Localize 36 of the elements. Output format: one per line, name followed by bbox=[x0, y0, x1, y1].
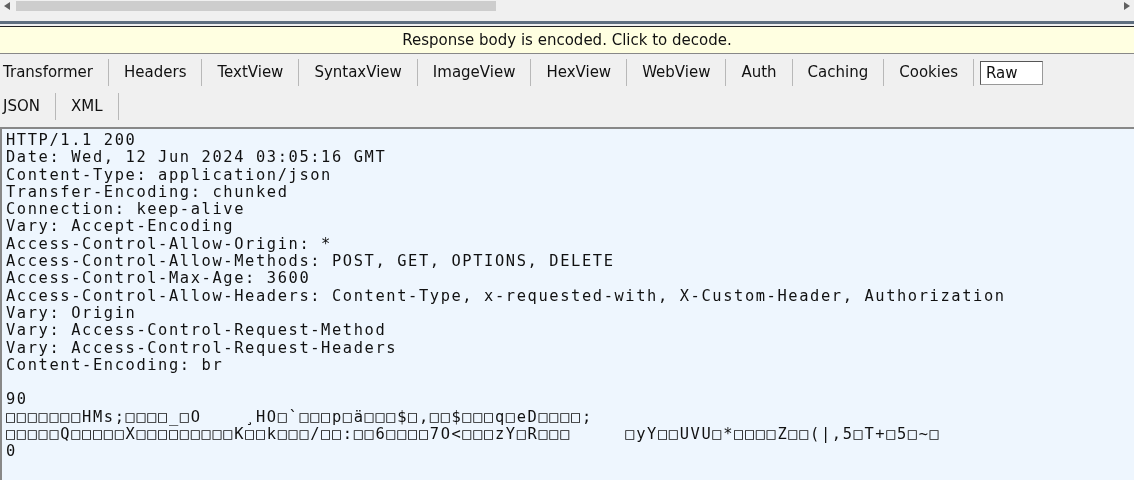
decode-notice[interactable]: Response body is encoded. Click to decode. bbox=[0, 26, 1134, 54]
response-line: Access-Control-Allow-Headers: Content-Type, x-requested-with, X-Custom-Header, Authorization bbox=[6, 287, 1007, 305]
response-line: Access-Control-Max-Age: 3600 bbox=[6, 270, 312, 288]
response-line: Content-Encoding: br bbox=[6, 356, 224, 375]
response-line: Transfer-Encoding: chunked bbox=[6, 183, 289, 202]
response-line: Connection: keep-alive bbox=[6, 201, 247, 219]
response-line: Vary: Access-Control-Request-Headers bbox=[6, 339, 399, 357]
tab[interactable]: Raw bbox=[979, 60, 1043, 85]
tab[interactable]: TextView bbox=[202, 59, 300, 86]
tab[interactable]: Auth bbox=[726, 59, 793, 86]
tab[interactable]: Headers bbox=[109, 59, 203, 86]
response-line: □□□□□Q□□□□□X□□□□□□□□□K□□k□□□/□□:□□6□□□□7O<□□□zY□R□□□ □yY□□UVU□*□□□□Z□□(|,5□T+□5□~□ bbox=[6, 426, 942, 444]
response-line: Access-Control-Allow-Methods: POST, GET, OPTIONS, DELETE bbox=[6, 253, 616, 271]
scroll-left-icon[interactable] bbox=[4, 1, 10, 10]
scroll-right-icon[interactable] bbox=[1124, 1, 1130, 10]
tab[interactable]: SyntaxView bbox=[299, 59, 418, 86]
response-line: 0 bbox=[6, 443, 18, 461]
response-line: HTTP/1.1 200 bbox=[6, 132, 138, 150]
tab[interactable]: HexView bbox=[531, 59, 628, 86]
scrollbar-thumb[interactable] bbox=[16, 0, 496, 11]
tab[interactable]: WebView bbox=[627, 59, 727, 86]
tab[interactable]: Cookies bbox=[884, 59, 974, 86]
response-line: Access-Control-Allow-Origin: * bbox=[6, 235, 333, 254]
response-text-area[interactable] bbox=[0, 127, 1134, 480]
response-line: Vary: Origin bbox=[6, 304, 138, 323]
response-line: Vary: Access-Control-Request-Method bbox=[6, 322, 388, 340]
response-line: Content-Type: application/json bbox=[6, 166, 333, 184]
response-line: 90 bbox=[6, 391, 29, 409]
response-line: Date: Wed, 12 Jun 2024 03:05:16 GMT bbox=[6, 149, 388, 167]
tab[interactable]: ImageView bbox=[417, 59, 532, 86]
tab[interactable]: JSON bbox=[0, 93, 56, 120]
response-line: Vary: Accept-Encoding bbox=[6, 218, 236, 236]
response-line: □□□□□□□HMs;□□□□_□O ¸HO□`□□□p□ä□□□$□,□□$□□□q□eD□□□□; bbox=[6, 408, 594, 427]
tab[interactable]: Transformer bbox=[0, 59, 109, 86]
tab[interactable]: XML bbox=[56, 93, 119, 120]
tab[interactable]: Caching bbox=[792, 59, 885, 86]
